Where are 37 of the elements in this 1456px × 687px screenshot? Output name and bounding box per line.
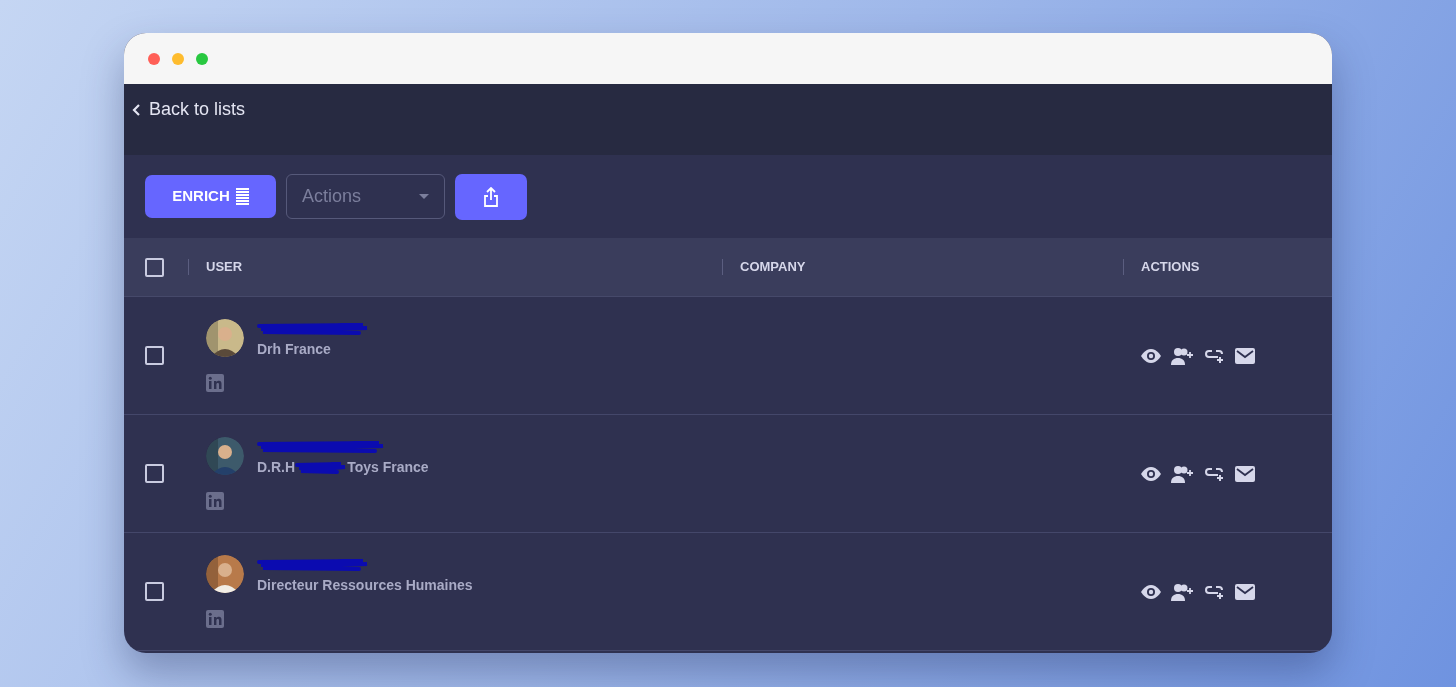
redaction-scribble [295,461,348,474]
column-header: USER [205,258,243,277]
close-button[interactable] [148,52,160,65]
add-user-icon[interactable] [1171,582,1195,601]
enrich-button[interactable]: ENRICH [145,175,276,218]
add-link-icon[interactable] [1204,583,1226,600]
stack-icon [235,187,249,206]
add-user-icon[interactable] [1171,346,1195,365]
checkbox[interactable] [145,464,164,483]
linkedin-icon[interactable] [206,492,224,510]
linkedin-icon[interactable] [206,610,224,628]
actions-placeholder: Actions [302,185,362,208]
mail-icon[interactable] [1235,583,1255,600]
back-link[interactable]: Back to lists [132,96,246,123]
mail-icon[interactable] [1235,465,1255,482]
add-link-icon[interactable] [1204,465,1226,482]
job-title: Directeur Ressources Humaines [257,576,473,595]
linkedin-icon[interactable] [206,374,224,392]
share-icon [483,186,499,207]
checkbox[interactable] [145,346,164,365]
column-header: COMPANY [739,258,806,277]
eye-icon[interactable] [1140,584,1162,599]
checkbox[interactable] [145,582,164,601]
actions-select[interactable]: Actions [286,174,445,219]
dropdown-caret-icon [419,194,429,199]
chevron-left-icon [132,102,141,117]
job-title: Toys France [347,458,429,477]
share-button[interactable] [455,173,527,220]
add-user-icon[interactable] [1171,464,1195,483]
eye-icon[interactable] [1140,348,1162,363]
job-title: Drh France [257,340,331,359]
column-header: ACTIONS [1140,258,1200,277]
eye-icon[interactable] [1140,466,1162,481]
mail-icon[interactable] [1235,347,1255,364]
job-title: D.R.H [257,458,296,477]
checkbox[interactable] [145,257,164,277]
add-link-icon[interactable] [1204,347,1226,364]
